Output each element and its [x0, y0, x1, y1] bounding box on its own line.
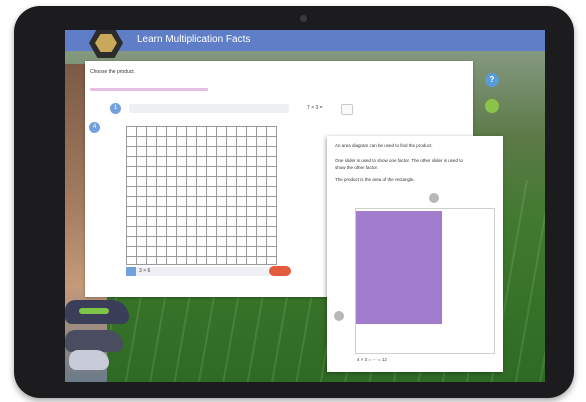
shoe-image [65, 330, 123, 352]
hint-button[interactable] [485, 99, 499, 113]
area-rectangle [356, 211, 442, 324]
row-number-badge: 1 [110, 103, 121, 114]
hint-line-2b: show the other factor. [335, 165, 379, 170]
answer-input[interactable] [341, 104, 353, 115]
hint-line-1: An area diagram can be used to find the … [335, 143, 433, 148]
shoe-lace [79, 308, 109, 314]
shoe-image [69, 350, 109, 370]
column-marker-badge[interactable]: 4 [89, 122, 100, 133]
title-bar: Learn Multiplication Facts [65, 30, 545, 58]
camera-icon [300, 15, 307, 22]
area-grid[interactable] [126, 126, 277, 265]
check-button[interactable] [126, 267, 136, 276]
hint-line-2a: One slider is used to show one factor. T… [335, 158, 463, 163]
height-slider-handle[interactable] [334, 311, 344, 321]
submit-button[interactable] [269, 266, 291, 276]
factor-slider-track[interactable] [129, 104, 289, 113]
width-slider-handle[interactable] [429, 193, 439, 203]
question-prompt: Choose the product. [90, 69, 136, 75]
divider [355, 353, 495, 354]
equation-text: 7 × 3 = [307, 105, 323, 111]
instructions-link[interactable] [90, 88, 208, 91]
tablet-frame: Learn Multiplication Facts Choose the pr… [14, 6, 574, 398]
help-button[interactable]: ? [485, 73, 499, 87]
hint-formula: 4 × 3 = ⋯ = 12 [357, 357, 387, 362]
answer-preview: 3 × 6 [139, 268, 151, 274]
app-screen: Learn Multiplication Facts Choose the pr… [65, 30, 545, 382]
hint-panel: An area diagram can be used to find the … [327, 136, 503, 372]
app-title: Learn Multiplication Facts [137, 34, 251, 45]
hint-line-3: The product is the area of the rectangle… [335, 177, 415, 182]
